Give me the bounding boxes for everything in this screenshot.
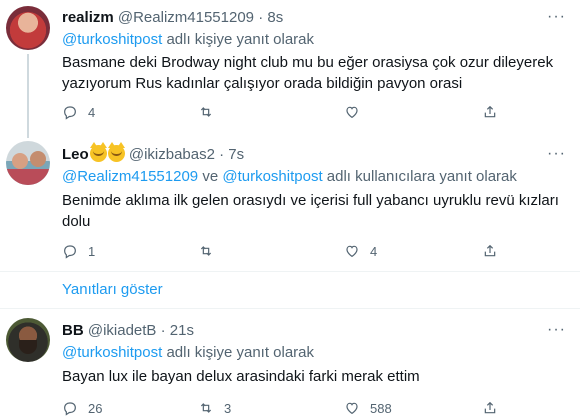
share-button[interactable]: [482, 398, 498, 417]
reply-context-text: adlı kullanıcılara yanıt olarak: [322, 168, 517, 185]
separator-dot: ·: [219, 146, 225, 163]
like-button[interactable]: [344, 102, 370, 122]
replying-to: @Realizm41551209 ve @turkoshitpost adlı …: [62, 167, 517, 187]
retweet-icon: [200, 403, 212, 413]
tweet-actions: 4: [58, 102, 498, 122]
tweet-text: Basmane deki Brodway night club mu bu eğ…: [62, 54, 554, 92]
avatar[interactable]: [6, 141, 50, 185]
display-name[interactable]: realizm: [62, 9, 114, 26]
reply-button[interactable]: 1: [62, 241, 95, 261]
mention-link[interactable]: @turkoshitpost: [62, 31, 162, 48]
like-button[interactable]: 4: [344, 241, 377, 261]
divider: [0, 308, 580, 309]
retweet-button[interactable]: [198, 102, 224, 122]
tweet-actions: 26 3 588: [58, 398, 498, 417]
share-icon: [484, 401, 496, 414]
display-name[interactable]: BB: [62, 322, 84, 339]
timestamp[interactable]: 7s: [228, 146, 244, 163]
like-icon: [346, 245, 358, 258]
mention-link[interactable]: @turkoshitpost: [222, 168, 322, 185]
retweet-count: 3: [224, 400, 232, 416]
replying-to: @turkoshitpost adlı kişiye yanıt olarak: [62, 30, 314, 50]
like-icon: [346, 106, 358, 119]
share-icon: [484, 244, 496, 257]
like-count: 4: [370, 243, 378, 259]
divider: [0, 271, 580, 272]
user-handle[interactable]: @ikizbabas2: [129, 146, 215, 163]
more-icon[interactable]: ···: [547, 145, 566, 163]
separator-dot: ·: [160, 322, 166, 339]
reply-context-text: adlı kişiye yanıt olarak: [162, 344, 315, 361]
avatar-photo-detail: [30, 151, 46, 167]
reply-count: 26: [88, 400, 103, 416]
avatar[interactable]: [6, 318, 50, 362]
thread-line: [27, 54, 29, 138]
reply-count: 4: [88, 104, 96, 120]
like-icon: [346, 402, 358, 415]
reply-button[interactable]: 26: [62, 398, 102, 417]
more-icon[interactable]: ···: [547, 8, 566, 26]
reply-icon: [64, 402, 76, 416]
more-icon[interactable]: ···: [547, 321, 566, 339]
reply-count: 1: [88, 243, 96, 259]
like-count: 588: [370, 400, 392, 416]
share-button[interactable]: [482, 102, 498, 122]
tweet-text: Bayan lux ile bayan delux arasindaki far…: [62, 368, 420, 385]
show-replies-link[interactable]: Yanıtları göster: [62, 280, 163, 300]
share-button[interactable]: [482, 241, 498, 261]
reply-context-conjunction: ve: [198, 168, 223, 185]
tweet-leo[interactable]: Leo @ikizbabas2 · 7s ··· @Realizm4155120…: [0, 135, 580, 270]
tweet-bb[interactable]: BB @ikiadetB · 21s ··· @turkoshitpost ad…: [0, 310, 580, 417]
cat-face-emoji: [107, 142, 125, 162]
reply-button[interactable]: 4: [62, 102, 95, 122]
tweet-header: realizm @Realizm41551209 · 8s: [62, 8, 283, 28]
cat-face-emoji: [89, 142, 107, 162]
user-handle[interactable]: @ikiadetB: [88, 322, 157, 339]
like-button[interactable]: 588: [344, 398, 392, 417]
mention-link[interactable]: @turkoshitpost: [62, 344, 162, 361]
tweet-text: Benimde aklıma ilk gelen orasıydı ve içe…: [62, 192, 559, 230]
tweet-actions: 1 4: [58, 241, 498, 261]
retweet-button[interactable]: [198, 241, 224, 261]
avatar-photo-detail: [19, 340, 37, 354]
retweet-button[interactable]: 3: [198, 398, 231, 417]
reply-icon: [64, 245, 76, 259]
timestamp[interactable]: 8s: [267, 9, 283, 26]
retweet-icon: [200, 246, 212, 256]
tweet-realizm[interactable]: realizm @Realizm41551209 · 8s ··· @turko…: [0, 0, 580, 138]
timestamp[interactable]: 21s: [170, 322, 194, 339]
mention-link[interactable]: @Realizm41551209: [62, 168, 198, 185]
replying-to: @turkoshitpost adlı kişiye yanıt olarak: [62, 343, 314, 363]
avatar[interactable]: [6, 6, 50, 50]
avatar-photo-detail: [12, 153, 28, 169]
display-name[interactable]: Leo: [62, 146, 89, 163]
reply-icon: [64, 106, 76, 120]
tweet-header: BB @ikiadetB · 21s: [62, 321, 194, 341]
reply-context-text: adlı kişiye yanıt olarak: [162, 31, 315, 48]
separator-dot: ·: [258, 9, 264, 26]
tweet-header: Leo @ikizbabas2 · 7s: [62, 142, 244, 165]
avatar-photo-detail: [6, 169, 50, 185]
user-handle[interactable]: @Realizm41551209: [118, 9, 254, 26]
share-icon: [484, 105, 496, 118]
retweet-icon: [200, 107, 212, 117]
